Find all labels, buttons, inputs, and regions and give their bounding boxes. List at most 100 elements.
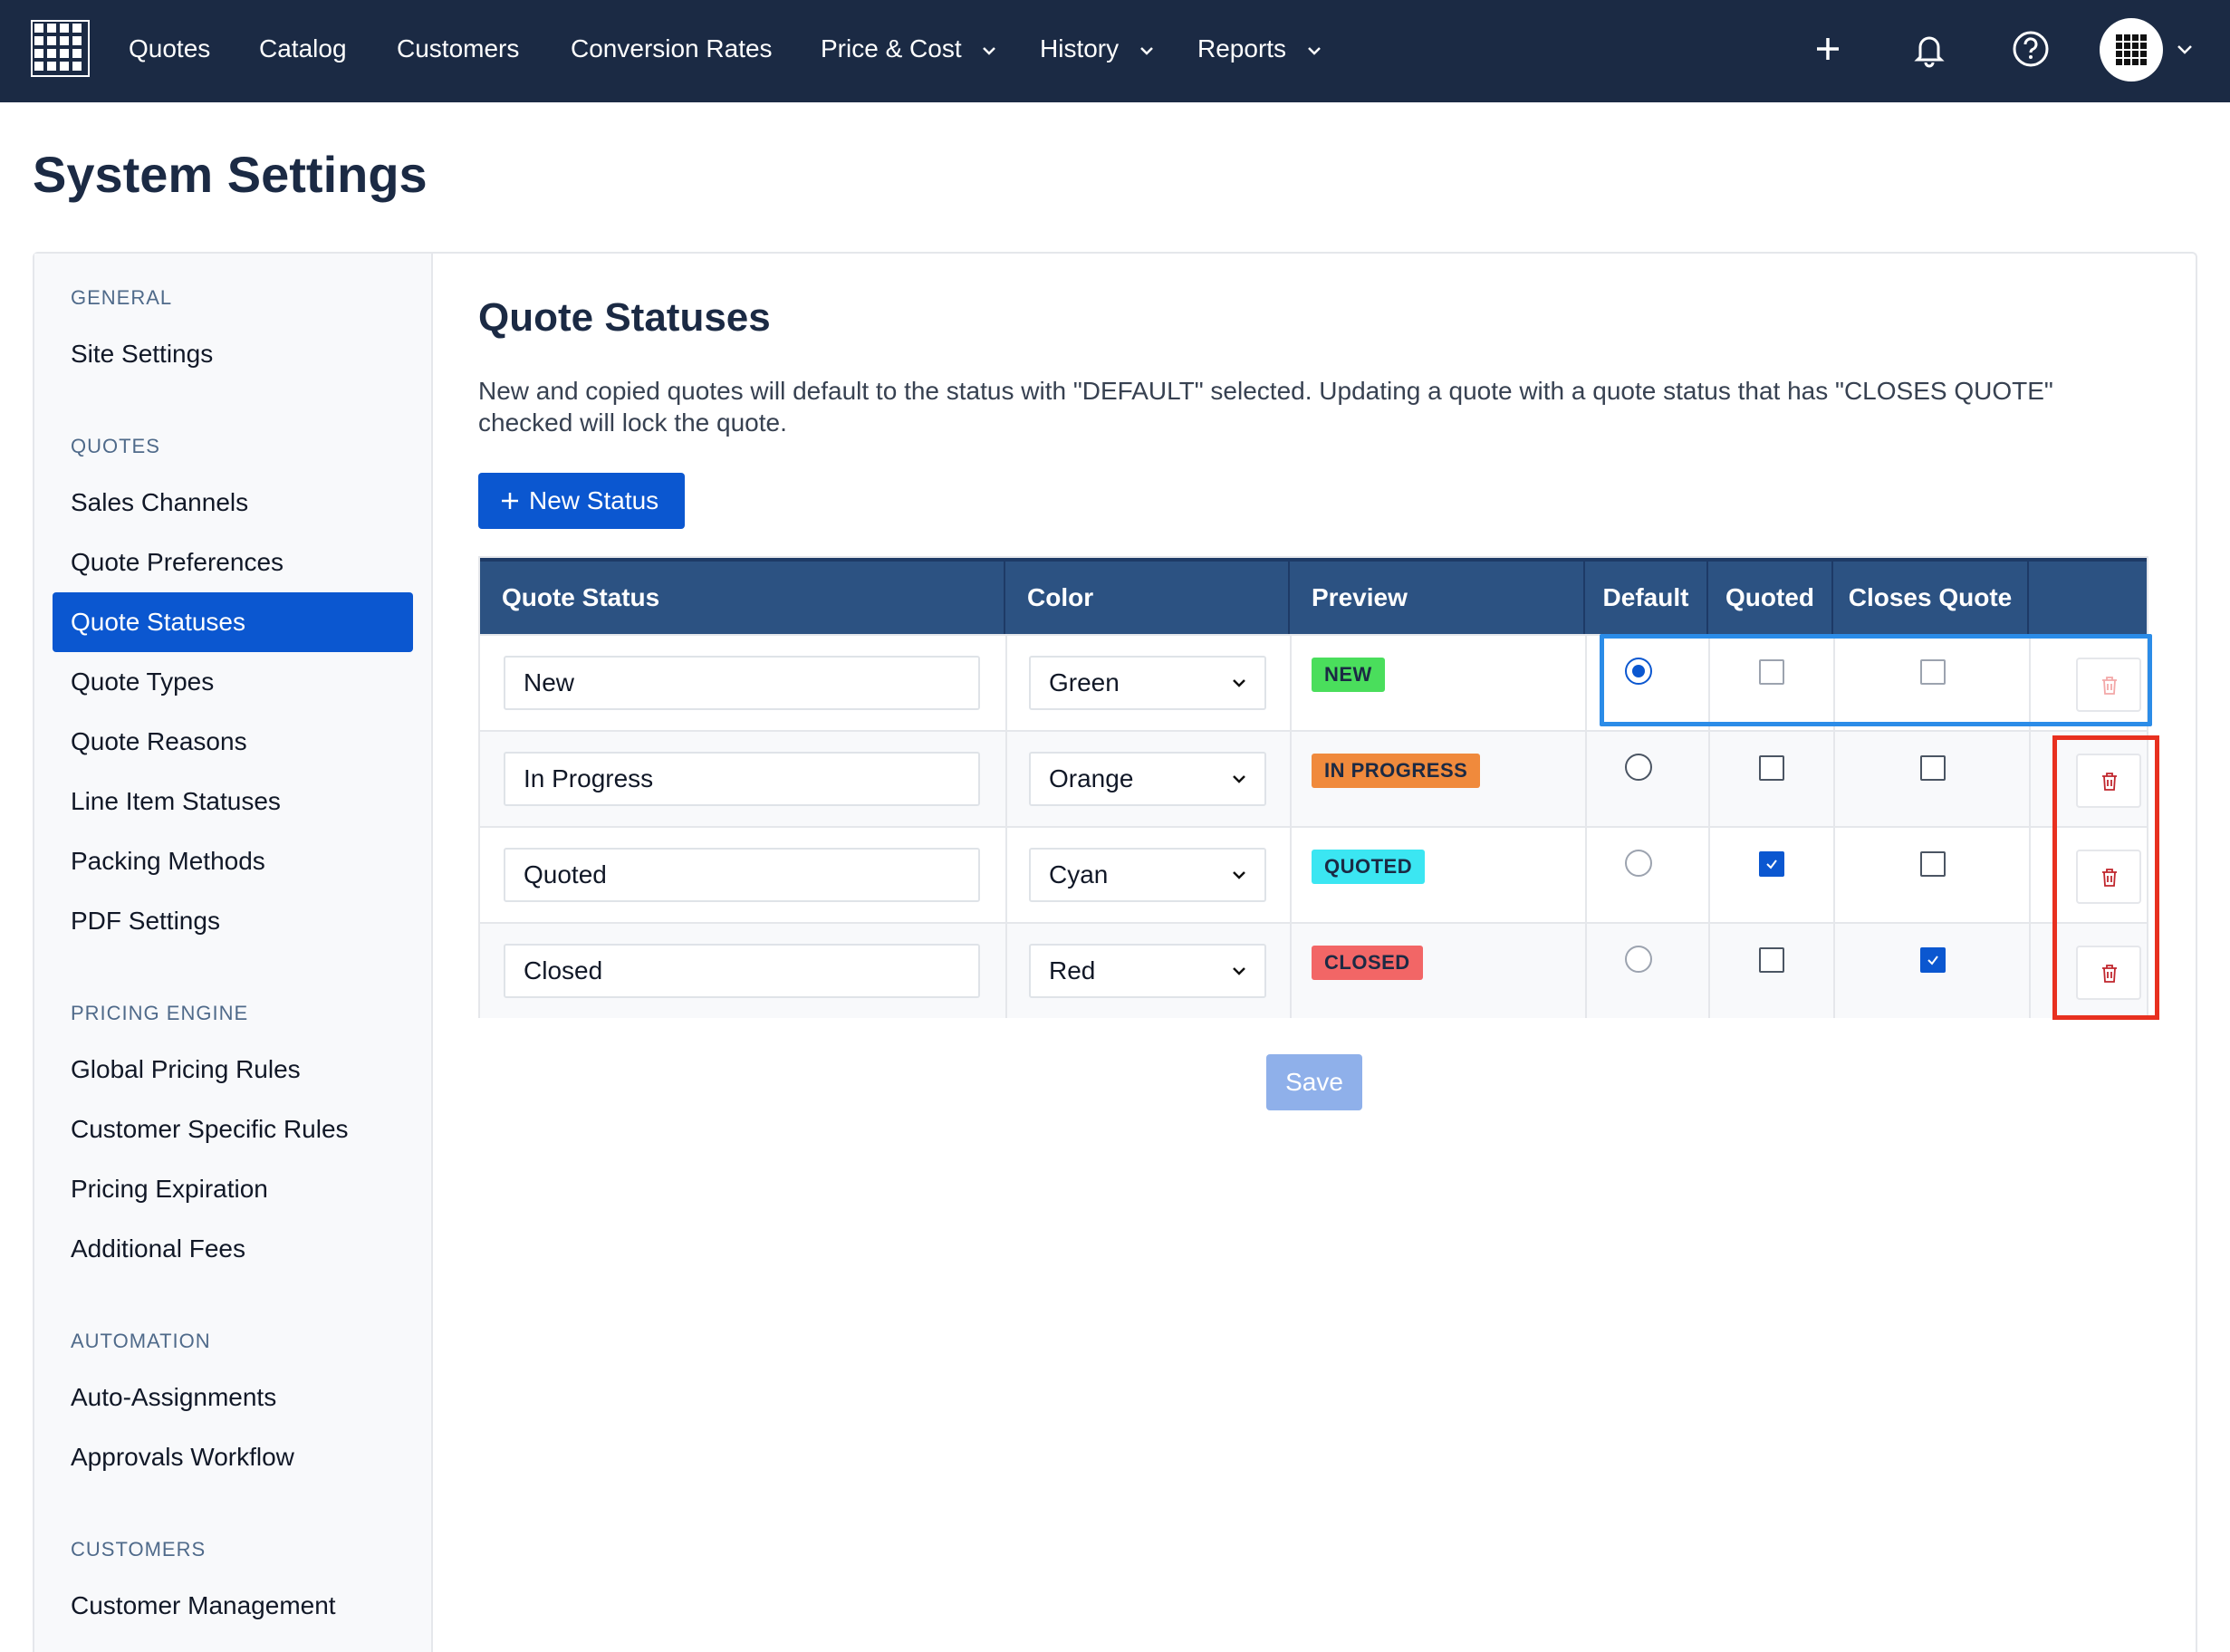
sidebar-item-global-pricing-rules[interactable]: Global Pricing Rules [53,1040,413,1100]
plus-icon[interactable] [1806,27,1850,71]
quoted-checkbox[interactable] [1759,851,1784,877]
bell-icon[interactable] [1908,27,1951,71]
quoted-checkbox[interactable] [1759,947,1784,973]
top-nav-bar: Quotes Catalog Customers Conversion Rate… [0,0,2230,102]
sidebar-section-customers: CUSTOMERS [71,1538,207,1561]
sidebar-section-automation: AUTOMATION [71,1330,211,1352]
status-preview-badge: NEW [1312,658,1385,692]
status-name-input[interactable] [504,848,980,902]
sidebar-section-general: GENERAL [71,286,173,309]
avatar-grid-icon [2116,34,2147,65]
nav-history[interactable]: History [1040,31,1155,67]
default-radio[interactable] [1625,850,1652,877]
nav-catalog-label: Catalog [259,34,347,62]
chevron-down-icon [1307,46,1321,55]
sidebar-item-line-item-statuses[interactable]: Line Item Statuses [53,772,413,831]
sidebar-item-quote-statuses[interactable]: Quote Statuses [53,592,413,652]
section-description: New and copied quotes will default to th… [478,377,2053,437]
chevron-down-icon[interactable] [2174,38,2196,60]
table-header: Quote Status Color Preview Default Quote… [480,558,2147,634]
save-button[interactable]: Save [1266,1054,1362,1110]
nav-customers[interactable]: Customers [397,31,519,67]
nav-customers-label: Customers [397,34,520,62]
quoted-checkbox[interactable] [1759,755,1784,781]
header-actions [2029,562,2147,634]
column-divider [1005,634,1007,1018]
nav-price-cost[interactable]: Price & Cost [821,31,997,67]
default-radio[interactable] [1625,658,1652,685]
status-preview-badge: IN PROGRESS [1312,754,1481,788]
trash-icon [2102,965,2117,983]
new-status-button[interactable]: New Status [478,473,685,529]
column-divider [1290,634,1292,1018]
header-quote-status: Quote Status [480,562,1005,634]
quoted-checkbox[interactable] [1759,659,1784,685]
sidebar-item-auto-assignments[interactable]: Auto-Assignments [53,1368,413,1427]
nav-reports-label: Reports [1197,34,1287,62]
nav-history-label: History [1040,34,1120,62]
sidebar-item-pricing-expiration[interactable]: Pricing Expiration [53,1159,413,1219]
nav-reports[interactable]: Reports [1197,31,1322,67]
sidebar-item-additional-fees[interactable]: Additional Fees [53,1219,413,1279]
closes-quote-checkbox[interactable] [1920,755,1946,781]
sidebar-item-quote-types[interactable]: Quote Types [53,652,413,712]
new-status-label: New Status [529,486,659,514]
section-title: Quote Statuses [478,295,771,340]
column-divider [1585,634,1587,1018]
table-row: Orange IN PROGRESS [480,730,2147,826]
column-divider [2029,634,2031,1018]
column-divider [1708,634,1710,1018]
trash-icon [2102,677,2117,695]
delete-button[interactable] [2076,946,2141,1000]
delete-button[interactable] [2076,754,2141,808]
default-radio[interactable] [1625,946,1652,973]
sidebar-item-pdf-settings[interactable]: PDF Settings [53,891,413,951]
status-name-input[interactable] [504,752,980,806]
header-color: Color [1005,562,1290,634]
plus-icon [502,493,518,509]
sidebar-item-sales-channels[interactable]: Sales Channels [53,473,413,533]
trash-icon [2102,869,2117,887]
sidebar-item-customer-management[interactable]: Customer Management [53,1576,413,1636]
delete-button[interactable] [2076,658,2141,712]
color-select[interactable]: Cyan [1029,848,1266,902]
closes-quote-checkbox[interactable] [1920,947,1946,973]
color-select-value: Cyan [1049,860,1109,888]
help-icon[interactable] [2009,27,2052,71]
sidebar-item-approvals-workflow[interactable]: Approvals Workflow [53,1427,413,1487]
nav-catalog[interactable]: Catalog [259,31,347,67]
color-select-value: Orange [1049,764,1134,792]
check-icon [1766,860,1777,869]
status-name-input[interactable] [504,944,980,998]
sidebar-item-packing-methods[interactable]: Packing Methods [53,831,413,891]
sidebar-item-quote-preferences[interactable]: Quote Preferences [53,533,413,592]
color-select[interactable]: Red [1029,944,1266,998]
closes-quote-checkbox[interactable] [1920,659,1946,685]
status-name-input[interactable] [504,656,980,710]
header-closes-quote: Closes Quote [1833,562,2029,634]
chevron-down-icon [1233,679,1245,687]
color-select[interactable]: Green [1029,656,1266,710]
default-radio[interactable] [1625,754,1652,781]
nav-conversion-rates[interactable]: Conversion Rates [571,31,773,67]
color-select-value: Green [1049,668,1120,696]
chevron-down-icon [1233,967,1245,975]
column-divider [1833,634,1835,1018]
app-logo-icon[interactable] [31,20,92,80]
sidebar-item-customer-specific-rules[interactable]: Customer Specific Rules [53,1100,413,1159]
nav-quotes[interactable]: Quotes [129,31,210,67]
sidebar-item-quote-reasons[interactable]: Quote Reasons [53,712,413,772]
header-default: Default [1585,562,1708,634]
closes-quote-checkbox[interactable] [1920,851,1946,877]
check-icon [1927,956,1938,965]
avatar[interactable] [2100,18,2163,82]
color-select[interactable]: Orange [1029,752,1266,806]
chevron-down-icon [1233,871,1245,879]
sidebar-item-site-settings[interactable]: Site Settings [53,324,413,384]
page-title: System Settings [33,146,428,203]
delete-button[interactable] [2076,850,2141,904]
color-select-value: Red [1049,956,1096,984]
nav-price-cost-label: Price & Cost [821,34,962,62]
quote-status-table: Quote Status Color Preview Default Quote… [478,556,2148,1018]
settings-sidebar: GENERAL Site Settings QUOTES Sales Chann… [34,254,433,1652]
